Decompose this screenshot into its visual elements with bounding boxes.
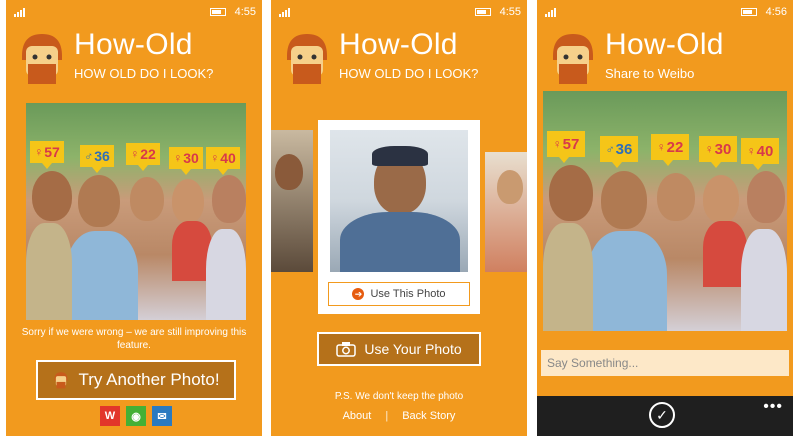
use-your-photo-button[interactable]: Use Your Photo [317,332,481,366]
say-something-input[interactable]: Say Something... [541,350,789,376]
age-tag: ♂ 36 [80,145,114,173]
age-tag: ♀ 30 [169,147,203,175]
age-tag: ♂ 36 [600,136,638,168]
app-bar: ✓ ••• [537,396,793,436]
sample-photo[interactable] [330,130,468,272]
mail-icon[interactable]: ✉ [152,406,172,426]
status-bar: 4:55 [271,0,527,24]
camera-icon [336,342,357,357]
app-subtitle: HOW OLD DO I LOOK? [74,66,214,81]
about-link[interactable]: About [343,410,372,422]
age-tag: ♀ 30 [699,136,737,168]
status-bar: 4:55 [6,0,262,24]
use-this-photo-button[interactable]: ➔ Use This Photo [328,282,470,306]
link-separator: | [385,410,389,422]
signal-icon [14,8,25,17]
app-subtitle: HOW OLD DO I LOOK? [339,66,479,81]
age-tag: ♀ 22 [126,143,160,171]
age-tag: ♀ 57 [30,141,64,169]
app-logo-icon [287,34,327,84]
shared-photo [543,91,787,331]
use-your-photo-label: Use Your Photo [364,341,462,357]
battery-icon [741,8,757,16]
share-subtitle: Share to Weibo [605,66,695,81]
app-title: How-Old [74,28,193,61]
back-story-link[interactable]: Back Story [402,410,455,422]
analyzed-photo [26,103,246,320]
try-another-photo-label: Try Another Photo! [78,370,220,389]
app-logo-icon [55,372,68,389]
selected-photo-card: ➔ Use This Photo [318,120,480,314]
weibo-icon[interactable]: W [100,406,120,426]
age-tag: ♀ 22 [651,134,689,166]
status-time: 4:55 [234,6,256,18]
arrow-right-icon: ➔ [352,288,365,300]
status-bar: 4:56 [537,0,793,24]
status-time: 4:56 [765,6,787,18]
signal-icon [545,8,556,17]
battery-icon [475,8,491,16]
app-title: How-Old [605,28,724,61]
apology-text: Sorry if we were wrong – we are still im… [21,327,247,351]
check-icon[interactable]: ✓ [649,402,675,428]
signal-icon [279,8,290,17]
phone-screen-results: 4:55 How-Old HOW OLD DO I LOOK? ♀ 57 ♂ 36 … [6,0,262,436]
age-tag: ♀ 57 [547,131,585,163]
status-time: 4:55 [499,6,521,18]
privacy-note: P.S. We don't keep the photo [334,391,464,402]
side-photo-right[interactable] [485,152,527,272]
more-icon[interactable]: ••• [763,398,783,416]
wechat-icon[interactable]: ◉ [126,406,146,426]
app-logo-icon [553,34,593,84]
try-another-photo-button[interactable]: Try Another Photo! [36,360,236,400]
battery-icon [210,8,226,16]
use-this-photo-label: Use This Photo [370,288,446,300]
age-tag: ♀ 40 [741,138,779,170]
phone-screen-share: 4:56 How-Old Share to Weibo ♀ 57 ♂ 36 ♀ 22 … [537,0,793,436]
side-photo-left[interactable] [271,130,313,272]
app-title: How-Old [339,28,458,61]
age-tag: ♀ 40 [206,147,240,175]
footer-links: About | Back Story [271,410,527,422]
app-logo-icon [22,34,62,84]
phone-screen-picker: 4:55 How-Old HOW OLD DO I LOOK? ➔ Use Th… [271,0,527,436]
